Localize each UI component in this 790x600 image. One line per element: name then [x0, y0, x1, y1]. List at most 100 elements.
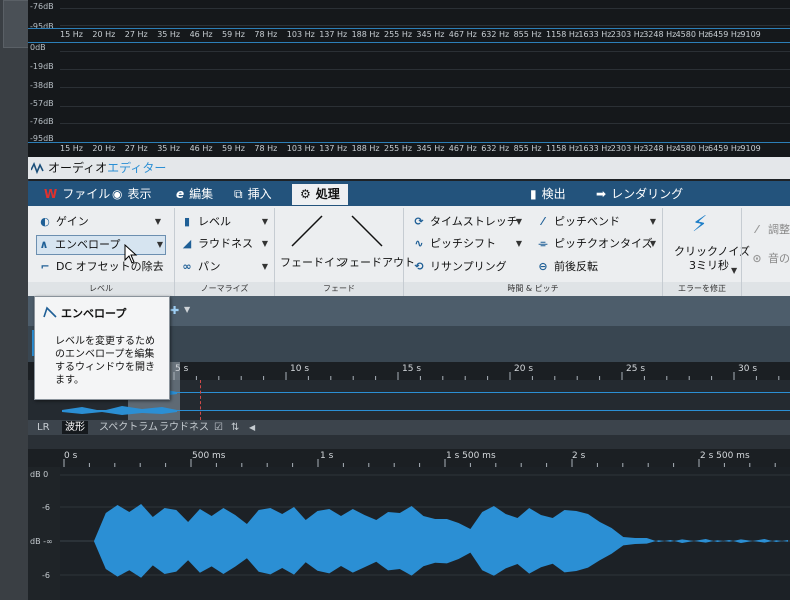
chevron-down-icon[interactable]: ▼ [516, 235, 522, 253]
dc-offset-icon: ⌐ [40, 260, 50, 273]
envelope-tooltip: エンベロープ レベルを変更するためのエンベロープを編集するウィンドウを開きます。 [34, 296, 170, 400]
time-stretch-button[interactable]: ⟳ タイムストレッチ ▼ [412, 213, 524, 231]
chevron-down-icon[interactable]: ▼ [650, 213, 656, 231]
group-label-extra [742, 282, 790, 296]
db-label: -38dB [30, 81, 54, 90]
pitch-quantize-icon: ⌯ [538, 237, 548, 250]
resampling-button[interactable]: ⟲ リサンプリング [412, 258, 524, 276]
adjust-button[interactable]: ⁄ 調整 [750, 221, 790, 239]
playhead-marker [200, 380, 202, 420]
tab-process[interactable]: ⚙ 処理 [292, 184, 348, 205]
sound-button[interactable]: ⊙ 音の [750, 250, 790, 268]
frequency-label: 4580 Hz [675, 144, 709, 153]
frequency-label: 6459 Hz [708, 30, 742, 39]
frequency-label: 103 Hz [286, 30, 315, 39]
frequency-label: 137 Hz [319, 144, 348, 153]
chevron-down-icon[interactable]: ▼ [262, 213, 268, 231]
render-arrow-icon: ➡ [596, 187, 607, 201]
frequency-label: 59 Hz [222, 144, 245, 153]
db-scale: dB 0 -6 dB -∞ -6 [28, 467, 60, 600]
loudness-button[interactable]: ◢ ラウドネス ▼ [180, 235, 270, 253]
fade-out-icon[interactable] [350, 214, 384, 248]
level-button[interactable]: ▮ レベル ▼ [180, 213, 270, 231]
main-waveform-view[interactable] [28, 467, 790, 600]
frequency-label: 2303 Hz [610, 30, 644, 39]
envelope-icon [43, 306, 57, 318]
envelope-button[interactable]: ∧ エンベロープ ▼ [36, 235, 166, 255]
reverse-icon: ⊖ [538, 260, 548, 273]
waveform-icon [31, 162, 44, 174]
frequency-label: 3248 Hz [643, 144, 677, 153]
ribbon-panel: ◐ ゲイン ▼ ∧ エンベロープ ▼ ⌐ DC オフセットの除去 レベル ▮ レベル ▼ ◢ ラ… [28, 206, 790, 297]
pan-button[interactable]: ∞ パン ▼ [180, 258, 270, 276]
frequency-label: 20 Hz [92, 144, 116, 153]
dc-offset-button[interactable]: ⌐ DC オフセットの除去 [38, 258, 168, 276]
click-noise-icon[interactable]: ⚡ [692, 212, 707, 237]
wavelab-logo-icon: W [44, 187, 58, 201]
frequency-label: 188 Hz [351, 30, 380, 39]
tab-spectrum[interactable]: スペクトラム [96, 421, 161, 434]
tab-insert[interactable]: ⧉ 挿入 [226, 184, 280, 205]
tab-render[interactable]: ➡ レンダリング [588, 184, 691, 205]
chevron-down-icon[interactable]: ▼ [155, 213, 161, 231]
insert-icon: ⧉ [234, 187, 243, 201]
chevron-down-icon[interactable]: ▼ [262, 235, 268, 253]
frequency-label: 1633 Hz [578, 30, 612, 39]
db-marker: -6 [42, 571, 50, 580]
check-icon[interactable]: ☑ [211, 421, 226, 434]
pitch-quantize-button[interactable]: ⌯ ピッチクオンタイズ ▼ [536, 235, 658, 253]
frequency-label: 855 Hz [513, 30, 542, 39]
group-label-fade: フェード [275, 282, 403, 296]
db-label: -76dB [30, 2, 54, 11]
adjust-icon: ⁄ [756, 223, 758, 236]
frequency-label: 78 Hz [254, 144, 278, 153]
frequency-label: 345 Hz [416, 30, 445, 39]
db-label: -19dB [30, 62, 54, 71]
frequency-label: 255 Hz [384, 144, 413, 153]
gears-icon: ⚙ [300, 187, 311, 201]
fade-in-button[interactable]: フェードイン [280, 254, 346, 272]
chevron-down-icon[interactable]: ▼ [731, 266, 737, 275]
separator [28, 435, 790, 449]
frequency-label: 137 Hz [319, 30, 348, 39]
audio-editor-titlebar: オーディオエディター [28, 157, 790, 179]
bars-icon: ▮ [530, 187, 537, 201]
frequency-label: 467 Hz [448, 30, 477, 39]
frequency-label: 188 Hz [351, 144, 380, 153]
db-label: -57dB [30, 99, 54, 108]
plus-icon[interactable]: ✚ [170, 304, 179, 317]
frequency-label: 1633 Hz [578, 144, 612, 153]
frequency-label: 467 Hz [448, 144, 477, 153]
fade-in-icon[interactable] [290, 214, 324, 248]
tab-lr[interactable]: LR [34, 421, 53, 434]
envelope-icon: ∧ [39, 238, 49, 251]
frequency-label: 78 Hz [254, 30, 278, 39]
tab-loudness[interactable]: ラウドネス [156, 421, 212, 434]
tab-edit[interactable]: e 編集 [168, 184, 221, 205]
frequency-label: 15 Hz [60, 144, 83, 153]
spectrum-panel-top: -76dB -95dB 15 Hz 20 Hz 27 Hz 35 Hz 46 Hz 59 … [28, 0, 790, 43]
level-bars-icon: ▮ [183, 215, 191, 228]
reverse-button[interactable]: ⊖ 前後反転 [536, 258, 658, 276]
frequency-label: 255 Hz [384, 30, 413, 39]
frequency-label: 9109 [740, 30, 761, 39]
gain-button[interactable]: ◐ ゲイン ▼ [38, 213, 163, 231]
pitch-shift-button[interactable]: ∿ ピッチシフト ▼ [412, 235, 524, 253]
group-label-normalize: ノーマライズ [175, 282, 274, 296]
edit-e-icon: e [176, 187, 185, 201]
transfer-icon[interactable]: ⇅ [228, 421, 242, 434]
chevron-down-icon[interactable]: ▼ [516, 213, 522, 231]
chevron-down-icon[interactable]: ▼ [157, 236, 163, 254]
tab-analysis[interactable]: ▮ 検出 [522, 184, 574, 205]
pitch-bend-button[interactable]: ⁄ ピッチベンド ▼ [536, 213, 658, 231]
frequency-label: 46 Hz [189, 144, 213, 153]
chevron-down-icon[interactable]: ▼ [650, 235, 656, 253]
scroll-left-icon[interactable]: ◀ [246, 421, 258, 434]
frequency-label: 4580 Hz [675, 30, 709, 39]
chevron-down-icon[interactable]: ▼ [184, 305, 190, 314]
main-time-ruler[interactable]: 0 s 500 ms 1 s 1 s 500 ms 2 s 2 s 500 ms [28, 449, 790, 468]
frequency-label: 632 Hz [481, 30, 510, 39]
tab-waveform[interactable]: 波形 [62, 421, 88, 434]
chevron-down-icon[interactable]: ▼ [262, 258, 268, 276]
tab-view[interactable]: ◉ 表示 [104, 184, 160, 205]
